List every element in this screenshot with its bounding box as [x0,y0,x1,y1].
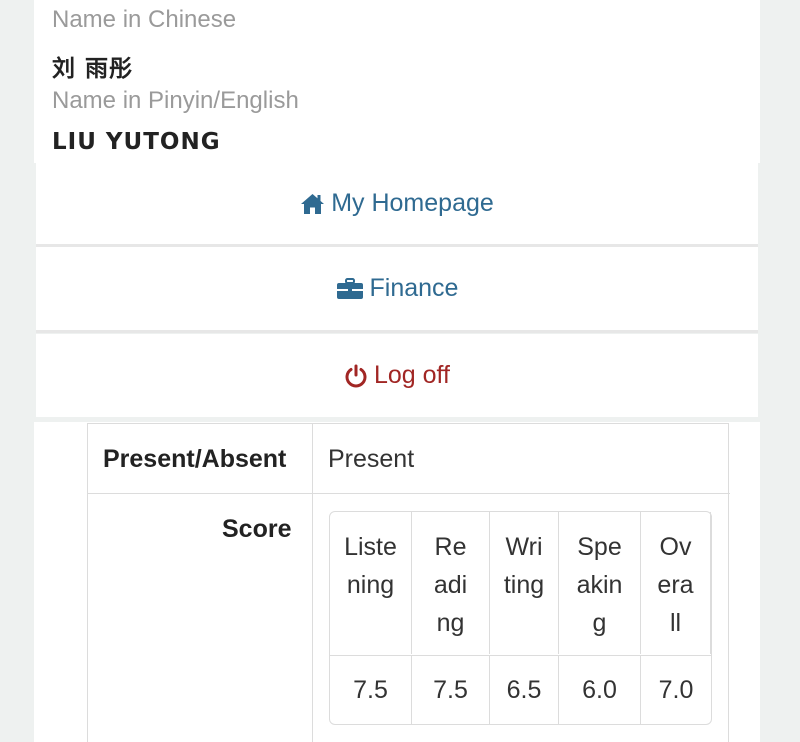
menu-divider [36,330,758,333]
score-value-overall: 7.0 [658,676,694,704]
score-value-reading: 7.5 [412,656,490,725]
home-icon [300,193,325,215]
name-chinese-value: 刘 雨彤 [52,56,134,82]
score-table: Listening Reading Writing Speaking Overa… [329,511,712,725]
name-chinese-label: Name in Chinese [52,6,237,33]
score-value-speaking: 6.0 [559,656,641,725]
score-header-overall: Overall [641,512,711,654]
menu-item-homepage-label: My Homepage [331,189,494,217]
column-divider [312,424,313,742]
score-label: Score [222,515,292,543]
name-pinyin-value: LIU YUTONG [52,129,221,155]
score-header-reading: Reading [412,512,490,654]
attendance-value: Present [328,445,415,473]
menu-item-logoff-label: Log off [373,361,450,389]
row-divider [88,493,730,494]
attendance-label: Present/Absent [103,445,287,473]
briefcase-icon [336,277,364,300]
score-header-listening: Listening [330,512,412,654]
power-icon [344,364,368,388]
score-header-writing: Writing [490,512,559,654]
menu-item-homepage[interactable]: My Homepage [36,162,758,245]
menu-item-finance[interactable]: Finance [36,247,758,330]
name-pinyin-label: Name in Pinyin/English [52,87,299,114]
score-header-speaking: Speaking [559,512,641,654]
score-value-writing: 6.5 [490,656,559,725]
menu-item-finance-label: Finance [369,274,459,302]
menu-item-logoff[interactable]: Log off [36,334,758,417]
score-value-listening: 7.5 [330,656,412,725]
